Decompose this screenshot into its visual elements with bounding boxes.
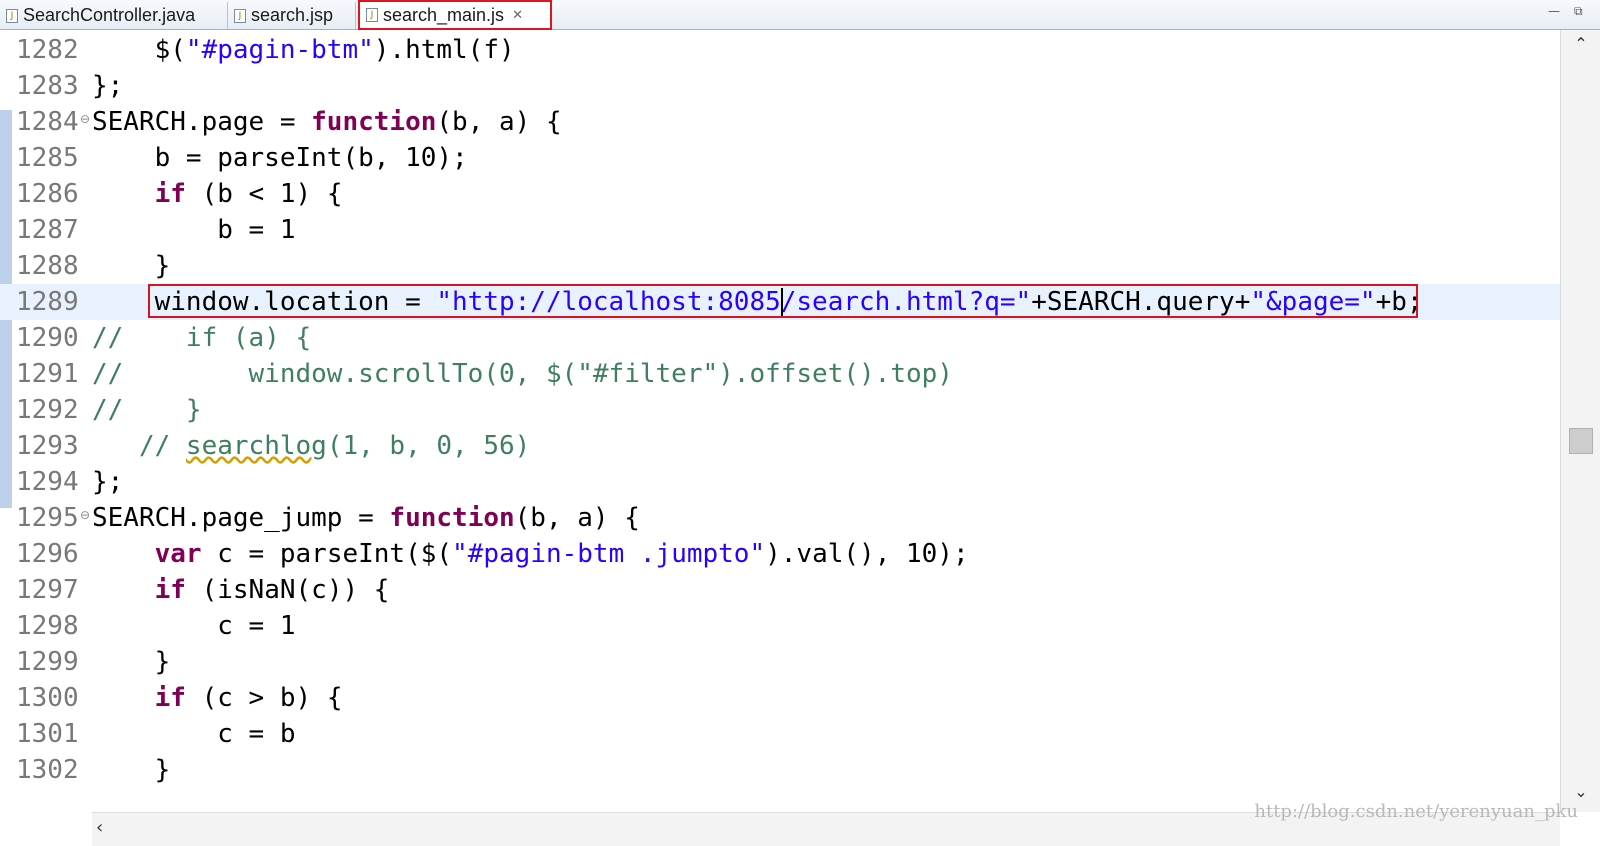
code-editor[interactable]: 1282 $("#pagin-btm").html(f) 1283 }; 128… <box>0 30 1600 846</box>
line-number: 1299 <box>16 647 79 677</box>
code-text: c = b <box>92 719 296 749</box>
line-number: 1296 <box>16 539 79 569</box>
line-number: 1286 <box>16 179 79 209</box>
code-line: 1302 } <box>0 752 1560 788</box>
code-text: if (c > b) { <box>154 683 343 713</box>
line-number: 1300 <box>16 683 79 713</box>
watermark-text: http://blog.csdn.net/yerenyuan_pku <box>1254 801 1578 822</box>
code-line: 1292 // } <box>0 392 1560 428</box>
code-line: 1282 $("#pagin-btm").html(f) <box>0 32 1560 68</box>
code-line: 1300 if (c > b) { <box>0 680 1560 716</box>
tab-searchcontroller-java[interactable]: J SearchController.java <box>0 2 228 29</box>
line-number: 1285 <box>16 143 79 173</box>
line-number: 1302 <box>16 755 79 785</box>
code-line: 1294 }; <box>0 464 1560 500</box>
text-caret <box>781 288 783 316</box>
code-text: // searchlog(1, b, 0, 56) <box>92 431 531 461</box>
code-text: if (b < 1) { <box>154 179 343 209</box>
code-text: b = 1 <box>92 215 296 245</box>
line-number: 1283 <box>16 71 79 101</box>
code-text: }; <box>92 467 124 497</box>
fold-collapse-icon[interactable]: ⊖ <box>80 112 90 126</box>
code-line: 1288 } <box>0 248 1560 284</box>
line-number: 1290 <box>16 323 79 353</box>
code-line: 1298 c = 1 <box>0 608 1560 644</box>
js-file-icon: J <box>366 8 378 22</box>
chevron-left-icon[interactable]: ‹ <box>96 817 103 838</box>
close-icon[interactable]: ✕ <box>512 8 523 23</box>
line-number: 1298 <box>16 611 79 641</box>
tab-label: SearchController.java <box>23 5 196 25</box>
jsp-file-icon: J <box>234 8 246 23</box>
chevron-up-icon[interactable]: ⌃ <box>1571 34 1591 53</box>
code-text: }; <box>92 71 124 101</box>
line-number: 1287 <box>16 215 79 245</box>
chevron-down-icon[interactable]: ⌄ <box>1571 782 1591 801</box>
code-line: 1293 // searchlog(1, b, 0, 56) <box>0 428 1560 464</box>
current-code-line: 1289 window.location = "http://localhost… <box>0 284 1560 320</box>
code-line: 1296 var c = parseInt($("#pagin-btm .jum… <box>0 536 1560 572</box>
code-text: SEARCH.page_jump = function(b, a) { <box>92 503 640 533</box>
line-number: 1301 <box>16 719 79 749</box>
vertical-scrollbar[interactable]: ⌃ ⌄ <box>1560 30 1600 812</box>
line-number: 1284 <box>16 107 79 137</box>
line-number: 1294 <box>16 467 79 497</box>
tab-label: search_main.js <box>383 4 505 25</box>
java-file-icon: J <box>6 8 18 23</box>
line-number: 1288 <box>16 251 79 281</box>
line-number: 1292 <box>16 395 79 425</box>
minimize-icon[interactable]: — <box>1548 4 1560 18</box>
maximize-icon[interactable]: ⧉ <box>1574 4 1583 19</box>
tab-search-jsp[interactable]: J search.jsp <box>228 2 356 29</box>
code-text: // window.scrollTo(0, $("#filter").offse… <box>92 359 953 389</box>
code-text: SEARCH.page = function(b, a) { <box>92 107 562 137</box>
code-text: // } <box>92 395 202 425</box>
code-line: 1299 } <box>0 644 1560 680</box>
code-line: 1301 c = b <box>0 716 1560 752</box>
line-number: 1297 <box>16 575 79 605</box>
scroll-thumb[interactable] <box>1569 428 1593 454</box>
code-line: 1283 }; <box>0 68 1560 104</box>
code-text: } <box>92 647 171 677</box>
code-text: if (isNaN(c)) { <box>154 575 390 605</box>
code-text: var c = parseInt($("#pagin-btm .jumpto")… <box>154 539 969 569</box>
code-line: 1290 // if (a) { <box>0 320 1560 356</box>
line-number: 1293 <box>16 431 79 461</box>
code-line: 1297 if (isNaN(c)) { <box>0 572 1560 608</box>
code-text: $("#pagin-btm").html(f) <box>92 35 515 65</box>
line-number: 1289 <box>16 287 79 317</box>
code-text: } <box>92 755 171 785</box>
code-line: 1286 if (b < 1) { <box>0 176 1560 212</box>
code-line: 1284 ⊖ SEARCH.page = function(b, a) { <box>0 104 1560 140</box>
line-number: 1282 <box>16 35 79 65</box>
code-text: // if (a) { <box>92 323 312 353</box>
tab-label: search.jsp <box>251 5 334 25</box>
code-line: 1291 // window.scrollTo(0, $("#filter").… <box>0 356 1560 392</box>
code-text: c = 1 <box>92 611 296 641</box>
code-line: 1287 b = 1 <box>0 212 1560 248</box>
editor-tab-bar: J SearchController.java J search.jsp J s… <box>0 0 1600 30</box>
code-line: 1285 b = parseInt(b, 10); <box>0 140 1560 176</box>
tab-search-main-js[interactable]: J search_main.js ✕ <box>358 0 552 30</box>
code-line: 1295 ⊖ SEARCH.page_jump = function(b, a)… <box>0 500 1560 536</box>
fold-collapse-icon[interactable]: ⊖ <box>80 508 90 522</box>
line-number: 1295 <box>16 503 79 533</box>
code-text: b = parseInt(b, 10); <box>92 143 468 173</box>
code-text: } <box>92 251 171 281</box>
line-number: 1291 <box>16 359 79 389</box>
highlight-box <box>148 284 1418 318</box>
